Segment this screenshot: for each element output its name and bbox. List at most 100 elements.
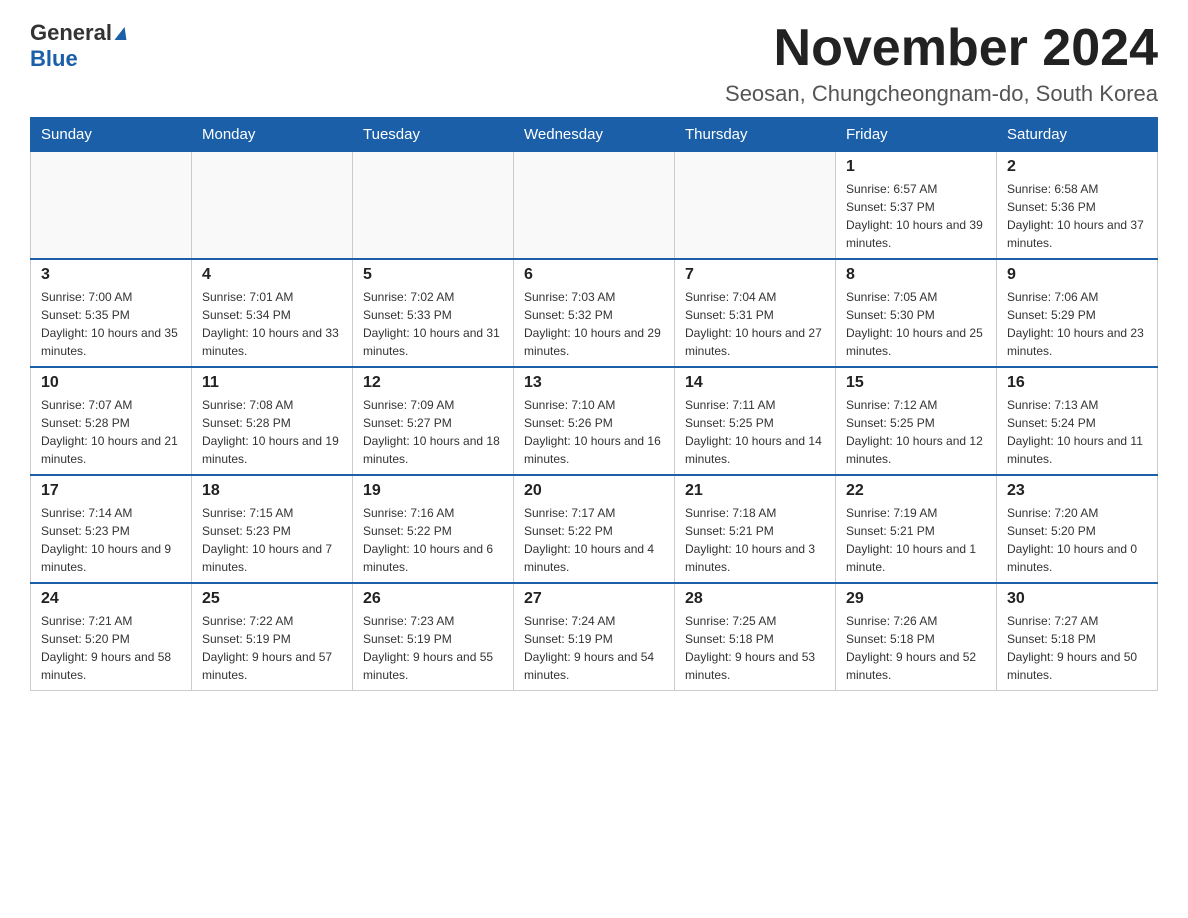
day-number: 7 (685, 266, 825, 284)
day-cell: 11Sunrise: 7:08 AM Sunset: 5:28 PM Dayli… (192, 367, 353, 475)
day-cell: 18Sunrise: 7:15 AM Sunset: 5:23 PM Dayli… (192, 475, 353, 583)
weekday-header-row: SundayMondayTuesdayWednesdayThursdayFrid… (31, 118, 1158, 152)
day-cell: 4 Sunrise: 7:01 AM Sunset: 5:34 PM Daylig… (192, 259, 353, 367)
weekday-header-friday: Friday (836, 118, 997, 152)
weekday-header-tuesday: Tuesday (353, 118, 514, 152)
day-number: 23 (1007, 482, 1147, 500)
day-info: Sunrise: 7:19 AM Sunset: 5:21 PM Dayligh… (846, 504, 986, 576)
day-number: 3 (41, 266, 181, 284)
day-cell (353, 152, 514, 260)
day-number: 20 (524, 482, 664, 500)
logo-blue-text: Blue (30, 46, 78, 72)
day-cell: 10 Sunrise: 7:07 AM Sunset: 5:28 PM Dayli… (31, 367, 192, 475)
day-cell: 2 Sunrise: 6:58 AM Sunset: 5:36 PM Daylig… (997, 152, 1158, 260)
week-row-4: 17 Sunrise: 7:14 AM Sunset: 5:23 PM Dayli… (31, 475, 1158, 583)
day-number: 17 (41, 482, 181, 500)
day-cell: 24Sunrise: 7:21 AM Sunset: 5:20 PM Dayli… (31, 583, 192, 691)
day-number: 4 (202, 266, 342, 284)
day-cell: 27 Sunrise: 7:24 AM Sunset: 5:19 PM Dayli… (514, 583, 675, 691)
day-cell: 29 Sunrise: 7:26 AM Sunset: 5:18 PM Dayli… (836, 583, 997, 691)
day-number: 21 (685, 482, 825, 500)
day-number: 18 (202, 482, 342, 500)
day-cell: 3 Sunrise: 7:00 AM Sunset: 5:35 PM Daylig… (31, 259, 192, 367)
day-number: 22 (846, 482, 986, 500)
day-number: 2 (1007, 158, 1147, 176)
day-number: 6 (524, 266, 664, 284)
day-info: Sunrise: 7:11 AM Sunset: 5:25 PM Dayligh… (685, 396, 825, 468)
day-number: 15 (846, 374, 986, 392)
day-info: Sunrise: 7:13 AM Sunset: 5:24 PM Dayligh… (1007, 396, 1147, 468)
day-cell: 13 Sunrise: 7:10 AM Sunset: 5:26 PM Dayli… (514, 367, 675, 475)
day-info: Sunrise: 7:05 AM Sunset: 5:30 PM Dayligh… (846, 288, 986, 360)
day-cell: 17 Sunrise: 7:14 AM Sunset: 5:23 PM Dayli… (31, 475, 192, 583)
title-area: November 2024 Seosan, Chungcheongnam-do,… (725, 20, 1158, 107)
day-cell: 5Sunrise: 7:02 AM Sunset: 5:33 PM Daylig… (353, 259, 514, 367)
day-cell: 23 Sunrise: 7:20 AM Sunset: 5:20 PM Dayli… (997, 475, 1158, 583)
weekday-header-monday: Monday (192, 118, 353, 152)
day-cell: 6 Sunrise: 7:03 AM Sunset: 5:32 PM Daylig… (514, 259, 675, 367)
day-number: 16 (1007, 374, 1147, 392)
day-info: Sunrise: 7:26 AM Sunset: 5:18 PM Dayligh… (846, 612, 986, 684)
day-number: 14 (685, 374, 825, 392)
day-cell: 21 Sunrise: 7:18 AM Sunset: 5:21 PM Dayli… (675, 475, 836, 583)
day-info: Sunrise: 7:04 AM Sunset: 5:31 PM Dayligh… (685, 288, 825, 360)
day-number: 29 (846, 590, 986, 608)
day-cell: 26Sunrise: 7:23 AM Sunset: 5:19 PM Dayli… (353, 583, 514, 691)
day-info: Sunrise: 7:12 AM Sunset: 5:25 PM Dayligh… (846, 396, 986, 468)
day-number: 28 (685, 590, 825, 608)
calendar-table: SundayMondayTuesdayWednesdayThursdayFrid… (30, 117, 1158, 691)
day-cell: 25Sunrise: 7:22 AM Sunset: 5:19 PM Dayli… (192, 583, 353, 691)
day-number: 19 (363, 482, 503, 500)
day-info: Sunrise: 6:57 AM Sunset: 5:37 PM Dayligh… (846, 180, 986, 252)
day-info: Sunrise: 7:09 AM Sunset: 5:27 PM Dayligh… (363, 396, 503, 468)
weekday-header-saturday: Saturday (997, 118, 1158, 152)
logo-top: General (30, 20, 127, 46)
day-info: Sunrise: 7:08 AM Sunset: 5:28 PM Dayligh… (202, 396, 342, 468)
location-title: Seosan, Chungcheongnam-do, South Korea (725, 81, 1158, 107)
week-row-3: 10 Sunrise: 7:07 AM Sunset: 5:28 PM Dayli… (31, 367, 1158, 475)
day-number: 24 (41, 590, 181, 608)
day-info: Sunrise: 6:58 AM Sunset: 5:36 PM Dayligh… (1007, 180, 1147, 252)
day-info: Sunrise: 7:07 AM Sunset: 5:28 PM Dayligh… (41, 396, 181, 468)
day-cell: 15 Sunrise: 7:12 AM Sunset: 5:25 PM Dayli… (836, 367, 997, 475)
day-cell: 1 Sunrise: 6:57 AM Sunset: 5:37 PM Daylig… (836, 152, 997, 260)
day-cell: 19 Sunrise: 7:16 AM Sunset: 5:22 PM Dayli… (353, 475, 514, 583)
day-cell (675, 152, 836, 260)
day-info: Sunrise: 7:20 AM Sunset: 5:20 PM Dayligh… (1007, 504, 1147, 576)
day-number: 25 (202, 590, 342, 608)
day-info: Sunrise: 7:16 AM Sunset: 5:22 PM Dayligh… (363, 504, 503, 576)
day-info: Sunrise: 7:25 AM Sunset: 5:18 PM Dayligh… (685, 612, 825, 684)
day-cell: 16 Sunrise: 7:13 AM Sunset: 5:24 PM Dayli… (997, 367, 1158, 475)
day-number: 10 (41, 374, 181, 392)
logo-general-text: General (30, 20, 112, 45)
day-cell: 20 Sunrise: 7:17 AM Sunset: 5:22 PM Dayli… (514, 475, 675, 583)
day-info: Sunrise: 7:18 AM Sunset: 5:21 PM Dayligh… (685, 504, 825, 576)
header: General Blue November 2024 Seosan, Chung… (30, 20, 1158, 107)
day-info: Sunrise: 7:27 AM Sunset: 5:18 PM Dayligh… (1007, 612, 1147, 684)
day-info: Sunrise: 7:01 AM Sunset: 5:34 PM Dayligh… (202, 288, 342, 360)
week-row-5: 24Sunrise: 7:21 AM Sunset: 5:20 PM Dayli… (31, 583, 1158, 691)
day-info: Sunrise: 7:14 AM Sunset: 5:23 PM Dayligh… (41, 504, 181, 576)
day-info: Sunrise: 7:00 AM Sunset: 5:35 PM Dayligh… (41, 288, 181, 360)
day-cell: 22 Sunrise: 7:19 AM Sunset: 5:21 PM Dayli… (836, 475, 997, 583)
day-number: 1 (846, 158, 986, 176)
day-cell: 30Sunrise: 7:27 AM Sunset: 5:18 PM Dayli… (997, 583, 1158, 691)
day-number: 9 (1007, 266, 1147, 284)
day-cell: 12Sunrise: 7:09 AM Sunset: 5:27 PM Dayli… (353, 367, 514, 475)
day-number: 13 (524, 374, 664, 392)
day-number: 8 (846, 266, 986, 284)
day-cell: 28 Sunrise: 7:25 AM Sunset: 5:18 PM Dayli… (675, 583, 836, 691)
day-cell (514, 152, 675, 260)
day-info: Sunrise: 7:10 AM Sunset: 5:26 PM Dayligh… (524, 396, 664, 468)
day-number: 27 (524, 590, 664, 608)
day-info: Sunrise: 7:17 AM Sunset: 5:22 PM Dayligh… (524, 504, 664, 576)
logo: General Blue (30, 20, 127, 72)
day-cell: 9Sunrise: 7:06 AM Sunset: 5:29 PM Daylig… (997, 259, 1158, 367)
day-info: Sunrise: 7:24 AM Sunset: 5:19 PM Dayligh… (524, 612, 664, 684)
weekday-header-thursday: Thursday (675, 118, 836, 152)
day-number: 5 (363, 266, 503, 284)
day-info: Sunrise: 7:03 AM Sunset: 5:32 PM Dayligh… (524, 288, 664, 360)
weekday-header-sunday: Sunday (31, 118, 192, 152)
day-info: Sunrise: 7:23 AM Sunset: 5:19 PM Dayligh… (363, 612, 503, 684)
logo-triangle-icon (114, 27, 127, 40)
